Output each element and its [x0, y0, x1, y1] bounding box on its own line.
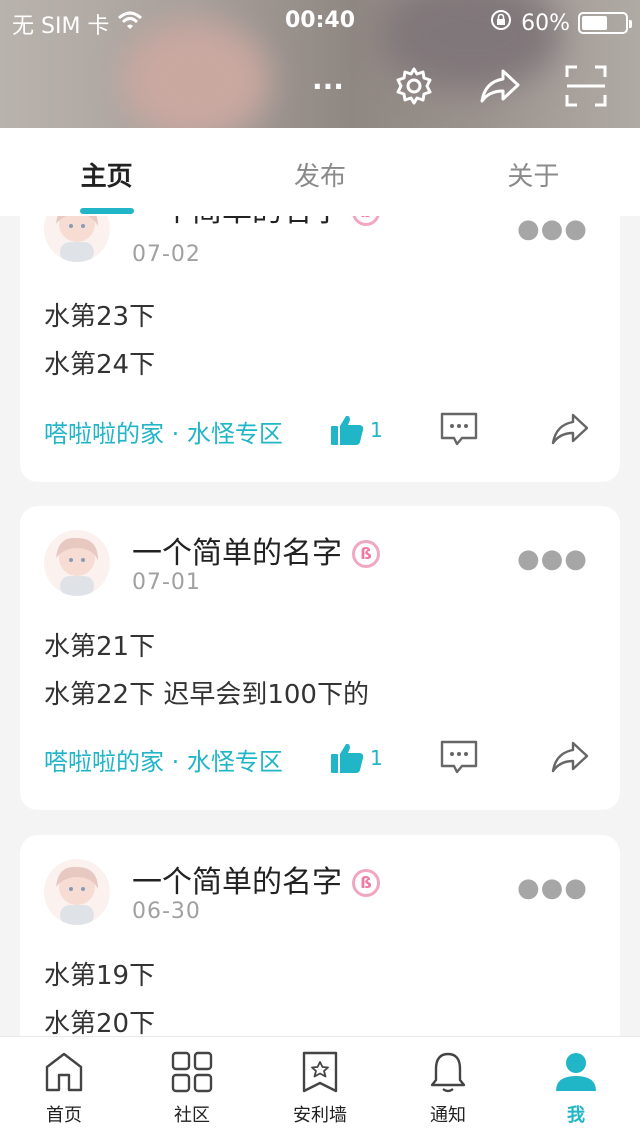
- post-date: 06-30: [132, 899, 201, 924]
- nav-label: 社区: [174, 1105, 210, 1126]
- post-line: 水第24下: [44, 350, 156, 380]
- post-card[interactable]: 一个简单的名字 ß 07-01 ●●● 水第21下 水第22下 迟早会到100下的…: [20, 506, 620, 810]
- post-line: 水第20下: [44, 1009, 156, 1036]
- nav-notifications[interactable]: 通知: [384, 1037, 512, 1136]
- avatar[interactable]: [44, 530, 110, 596]
- more-button[interactable]: ···: [298, 56, 358, 116]
- gear-icon: [396, 67, 432, 105]
- level-badge-icon: ß: [352, 869, 380, 897]
- author-name: 一个简单的名字: [132, 865, 342, 900]
- like-button[interactable]: 1: [330, 414, 383, 446]
- post-line: 水第21下: [44, 632, 156, 662]
- share-button[interactable]: [550, 412, 590, 450]
- like-count: 1: [370, 746, 383, 770]
- tab-label: 主页: [80, 162, 133, 192]
- post-line: 水第23下: [44, 302, 156, 332]
- grid-icon: [171, 1051, 213, 1093]
- thumbs-up-icon: [331, 743, 364, 773]
- like-button[interactable]: 1: [330, 742, 383, 774]
- settings-button[interactable]: [384, 56, 444, 116]
- nav-me[interactable]: 我: [512, 1037, 640, 1136]
- nav-community[interactable]: 社区: [128, 1037, 256, 1136]
- share-icon: [480, 69, 520, 103]
- share-button[interactable]: [550, 740, 590, 778]
- nav-label: 我: [567, 1105, 585, 1126]
- comment-button[interactable]: [440, 740, 478, 778]
- home-icon: [45, 1052, 83, 1092]
- battery-level: [582, 16, 608, 30]
- nav-label: 首页: [46, 1105, 82, 1126]
- tab-publish[interactable]: 发布: [213, 128, 426, 216]
- share-header-button[interactable]: [470, 56, 530, 116]
- author-name: 一个简单的名字: [132, 536, 342, 571]
- post-tags[interactable]: 嗒啦啦的家 · 水怪专区: [44, 414, 283, 449]
- nav-recommend-wall[interactable]: 安利墙: [256, 1037, 384, 1136]
- rotation-lock-icon: [489, 8, 513, 38]
- comment-button[interactable]: [440, 412, 478, 450]
- post-author[interactable]: 一个简单的名字 ß: [132, 528, 380, 572]
- tab-home[interactable]: 主页: [0, 128, 213, 216]
- thumbs-up-icon: [331, 415, 364, 445]
- avatar[interactable]: [44, 859, 110, 925]
- post-date: 07-01: [132, 570, 201, 595]
- tab-about[interactable]: 关于: [427, 128, 640, 216]
- nav-label: 安利墙: [293, 1105, 347, 1126]
- post-more-button[interactable]: ●●●: [517, 216, 588, 244]
- scan-icon: [565, 65, 607, 107]
- post-line: 水第19下: [44, 961, 156, 991]
- post-date: 07-02: [132, 242, 201, 267]
- level-badge-icon: ß: [352, 540, 380, 568]
- post-more-button[interactable]: ●●●: [517, 544, 588, 574]
- author-name: 一个简单的名字: [132, 216, 342, 229]
- battery-percent: 60%: [521, 10, 570, 36]
- more-icon: ···: [312, 69, 344, 103]
- tab-indicator: [80, 208, 134, 214]
- person-icon: [556, 1053, 596, 1091]
- avatar[interactable]: [44, 216, 110, 262]
- post-feed: 一个简单的名字 ß 07-02 ●●● 水第23下 水第24下 嗒啦啦的家 · 水…: [0, 216, 640, 1036]
- post-tags[interactable]: 嗒啦啦的家 · 水怪专区: [44, 742, 283, 777]
- tab-label: 关于: [507, 162, 560, 192]
- bookmark-star-icon: [302, 1051, 338, 1093]
- comment-icon: [440, 740, 478, 774]
- like-count: 1: [370, 418, 383, 442]
- bottom-nav: 首页 社区 安利墙 通知 我: [0, 1036, 640, 1136]
- comment-icon: [440, 412, 478, 446]
- post-line: 水第22下 迟早会到100下的: [44, 680, 369, 710]
- status-bar: 无 SIM 卡 00:40 60%: [0, 0, 640, 40]
- battery-icon: [578, 12, 632, 34]
- post-author[interactable]: 一个简单的名字 ß: [132, 216, 380, 230]
- post-author[interactable]: 一个简单的名字 ß: [132, 857, 380, 901]
- profile-tabs: 主页 发布 关于: [0, 128, 640, 216]
- profile-header: 无 SIM 卡 00:40 60% ···: [0, 0, 640, 128]
- bell-icon: [430, 1052, 466, 1093]
- post-more-button[interactable]: ●●●: [517, 873, 588, 903]
- level-badge-icon: ß: [352, 216, 380, 226]
- share-icon: [551, 413, 589, 445]
- nav-label: 通知: [430, 1105, 466, 1126]
- post-card[interactable]: 一个简单的名字 ß 07-02 ●●● 水第23下 水第24下 嗒啦啦的家 · 水…: [20, 216, 620, 482]
- nav-home[interactable]: 首页: [0, 1037, 128, 1136]
- scan-button[interactable]: [556, 56, 616, 116]
- tab-label: 发布: [293, 162, 346, 192]
- share-icon: [551, 741, 589, 773]
- post-card[interactable]: 一个简单的名字 ß 06-30 ●●● 水第19下 水第20下: [20, 835, 620, 1036]
